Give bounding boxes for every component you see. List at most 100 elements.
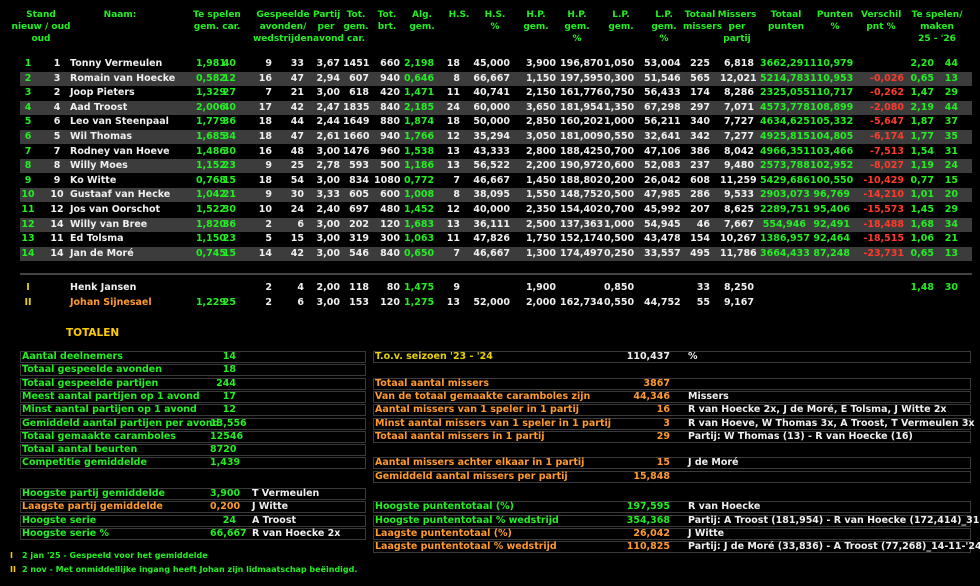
cell-tg: 319: [349, 233, 369, 245]
cell-lpp: 52,083: [644, 160, 681, 172]
totals-label: Totaal aantal missers: [375, 377, 490, 389]
header-partij: Partij per avond: [313, 9, 344, 45]
cell-tm: 174: [690, 87, 710, 99]
header-line: wedstrijden: [252, 34, 314, 44]
cell-ppa: 2,44: [316, 116, 340, 128]
cell-tb: 80: [386, 282, 400, 293]
header-line: %: [830, 22, 840, 32]
totals-label: Laagste puntentotaal % wedstrijd: [375, 541, 557, 553]
cell-o: 3: [53, 72, 61, 84]
cell-av: 16: [258, 145, 272, 157]
header-line: gem.: [523, 22, 549, 32]
totals-extra: R van Hoecke 2x, J de Moré, E Tolsma, J …: [688, 404, 947, 416]
cell-tp: 5429,686: [760, 174, 810, 186]
cell-name: Jan de Moré: [70, 247, 134, 259]
cell-tg: 1660: [343, 131, 370, 142]
totals-value: 12: [222, 404, 236, 416]
cell-n: 2: [24, 72, 32, 84]
cell-vs: -18,488: [863, 218, 904, 230]
cell-hp: 1,750: [525, 233, 556, 245]
cell-tc: 30: [944, 282, 958, 293]
header-line: pnt %: [866, 22, 896, 32]
cell-wd: 6: [297, 297, 304, 308]
totals-label: T.o.v. seizoen '23 - '24: [375, 351, 493, 362]
cell-tb: 660: [380, 58, 400, 69]
cell-vs: -8,027: [870, 160, 904, 172]
totals-value: 1,439: [210, 457, 241, 469]
cell-hsp: 40,000: [473, 204, 510, 215]
cell-ts: 1,06: [910, 233, 934, 245]
cell-pp: 110,953: [810, 72, 854, 84]
header-line: Tot.: [346, 10, 366, 20]
header-hsp: H.S.%: [480, 9, 510, 33]
cell-tp: 2289,751: [760, 204, 810, 215]
totals-value: 66,667: [210, 527, 247, 539]
totals-label: Totaal aantal beurten: [22, 444, 138, 456]
totals-value: 110,825: [626, 541, 670, 553]
cell-wd: 33: [290, 58, 304, 69]
cell-lpp: 32,641: [644, 131, 681, 142]
cell-name: Tonny Vermeulen: [70, 58, 163, 69]
cell-lp: 1,000: [604, 218, 635, 230]
cell-pp: 95,406: [813, 204, 850, 215]
cell-car: 27: [222, 87, 236, 99]
header-line: per: [317, 22, 335, 32]
cell-n: 5: [24, 116, 32, 128]
totals-label: Hoogste serie %: [22, 527, 110, 539]
cell-tb: 500: [380, 160, 400, 172]
totals-label: Totaal gespeelde partijen: [22, 377, 159, 389]
cell-o: 5: [53, 131, 61, 142]
header-line: H.P.: [567, 10, 587, 20]
cell-hs: 13: [446, 145, 460, 157]
header-tespelen: Te spelen gem. car.: [178, 9, 256, 33]
cell-lp: 0,750: [604, 87, 635, 99]
cell-tg: 1476: [343, 145, 370, 157]
header-line: Verschil: [861, 10, 902, 20]
cell-tp: 4925,815: [760, 131, 810, 142]
header-line: avond: [313, 34, 344, 44]
cell-ppa: 3,00: [316, 233, 340, 245]
totals-label: Hoogste serie: [22, 514, 97, 526]
cell-n: 8: [24, 160, 32, 172]
cell-hp: 1,150: [525, 72, 556, 84]
cell-o: 1: [53, 58, 61, 69]
cell-tp: 2573,788: [760, 160, 810, 172]
cell-tp: 2903,073: [760, 189, 810, 201]
cell-hsp: 38,095: [473, 189, 510, 201]
cell-hp: 2,350: [525, 204, 556, 215]
totals-extra: J Witte: [688, 527, 725, 539]
cell-name: Leo van Steenpaal: [70, 116, 169, 128]
cell-tc: 21: [944, 233, 958, 245]
cell-hs: 11: [446, 87, 460, 99]
header-line: L.P.: [612, 10, 630, 20]
header-hpp: H.P. gem.%: [556, 9, 598, 45]
header-line: H.S.: [484, 10, 506, 20]
cell-hpp: 174,497: [560, 247, 604, 259]
cell-av: 2: [265, 218, 272, 230]
cell-hp: 3,050: [525, 131, 556, 142]
totals-label: Aantal deelnemers: [22, 351, 123, 362]
cell-car: 23: [222, 160, 236, 172]
cell-vs: -5,647: [870, 116, 904, 128]
cell-pp: 110,717: [810, 87, 854, 99]
cell-tb: 120: [380, 218, 400, 230]
cell-tg: 697: [349, 204, 369, 215]
table-row: 3 2 Joop Pieters 1,329 27 7 21 3,00 618 420 1,471 1…: [20, 86, 972, 100]
cell-tb: 960: [380, 145, 400, 157]
header-tespelen2: Te spelen/maken 25 - '26: [905, 9, 969, 45]
cell-lpp: 56,211: [644, 116, 681, 128]
cell-alg: 2,185: [404, 101, 435, 113]
totals-value: 18: [222, 364, 236, 376]
header-line: gem. car.: [193, 22, 241, 32]
cell-tm: 386: [690, 145, 710, 157]
cell-tg: 834: [349, 174, 369, 186]
header-line: per: [728, 22, 746, 32]
cell-tm: 342: [690, 131, 710, 142]
totals-label: Totaal gemaakte caramboles: [22, 430, 176, 442]
cell-n: II: [24, 297, 32, 308]
cell-mpp: 6,818: [723, 58, 754, 69]
header-line: Te spelen: [193, 10, 241, 20]
cell-tm: 495: [690, 247, 710, 259]
cell-n: 7: [24, 145, 32, 157]
header-mispp: Missers per partij: [716, 9, 758, 45]
